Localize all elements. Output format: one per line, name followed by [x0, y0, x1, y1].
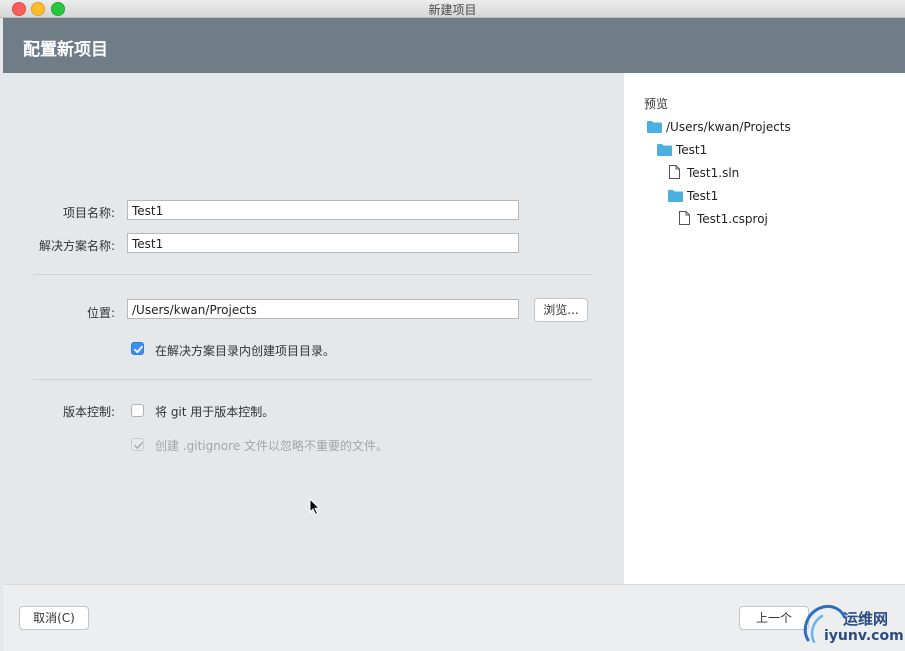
folder-icon: [657, 144, 672, 156]
watermark: 运维网 iyunv.com: [800, 600, 905, 651]
use-git-checkbox[interactable]: [131, 404, 144, 417]
back-button[interactable]: 上一个: [739, 606, 809, 630]
checkmark-icon: [134, 442, 143, 449]
tree-item-label: Test1: [687, 189, 719, 203]
project-name-input[interactable]: Test1: [127, 200, 519, 220]
browse-button[interactable]: 浏览...: [534, 298, 588, 322]
divider: [33, 274, 593, 275]
create-dir-checkbox[interactable]: [131, 342, 144, 355]
folder-icon: [668, 190, 683, 202]
watermark-url: iyunv.com: [824, 628, 904, 644]
gitignore-label: 创建 .gitignore 文件以忽略不重要的文件。: [155, 439, 389, 453]
location-input[interactable]: /Users/kwan/Projects: [127, 299, 519, 319]
folder-icon: [647, 121, 662, 133]
new-project-window: 新建项目 配置新项目 项目名称: Test1 解决方案名称: Test1 位置:…: [0, 0, 905, 651]
solution-name-input[interactable]: Test1: [127, 233, 519, 253]
project-name-label: 项目名称:: [62, 206, 115, 220]
preview-panel: 预览 /Users/kwan/Projects Test1 Test1.sln …: [624, 73, 905, 584]
tree-item-label: Test1.csproj: [697, 212, 768, 226]
tree-item-label: /Users/kwan/Projects: [666, 120, 791, 134]
page-title: 配置新项目: [23, 40, 108, 60]
checkmark-icon: [134, 345, 143, 354]
vcs-label: 版本控制:: [62, 405, 115, 419]
divider: [33, 379, 593, 380]
dialog-header: 配置新项目: [3, 18, 905, 73]
solution-name-label: 解决方案名称:: [38, 239, 115, 253]
watermark-text: 运维网: [843, 610, 889, 628]
preview-title: 预览: [644, 97, 669, 111]
file-icon: [669, 165, 680, 179]
window-title: 新建项目: [428, 3, 477, 17]
location-label: 位置:: [86, 306, 115, 320]
tree-item-label: Test1: [676, 143, 708, 157]
create-dir-label: 在解决方案目录内创建项目目录。: [155, 344, 336, 358]
mouse-cursor-icon: [309, 498, 321, 516]
dialog-footer: 取消(C) 上一个: [3, 584, 905, 651]
use-git-label: 将 git 用于版本控制。: [155, 405, 275, 419]
gitignore-checkbox: [131, 438, 144, 451]
file-icon: [679, 211, 690, 225]
title-bar: 新建项目: [0, 0, 905, 18]
tree-item-label: Test1.sln: [687, 166, 740, 180]
cancel-button[interactable]: 取消(C): [19, 606, 89, 630]
